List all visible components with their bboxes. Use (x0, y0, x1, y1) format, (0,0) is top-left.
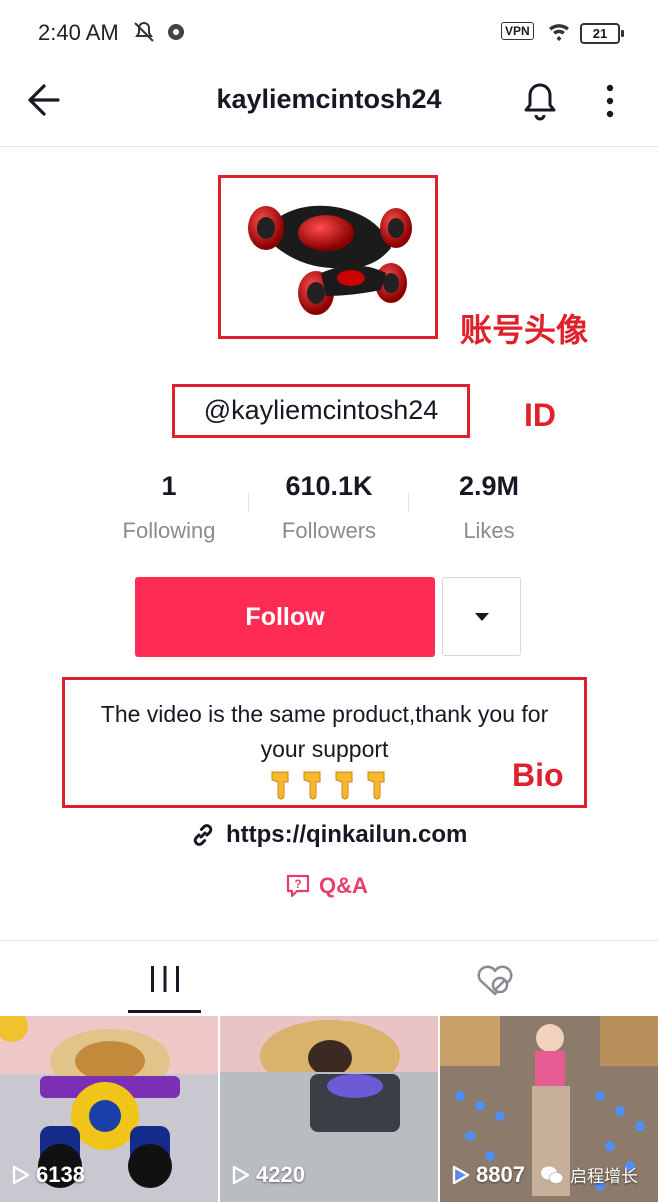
likes-count[interactable]: 2.9M (409, 471, 569, 502)
svg-text:?: ? (294, 877, 301, 891)
more-options-button[interactable] (598, 80, 622, 122)
grid-icon (151, 966, 179, 992)
play-icon (232, 1165, 250, 1185)
status-bar: 2:40 AM VPN 21 (0, 0, 658, 66)
suggested-accounts-dropdown[interactable] (442, 577, 521, 656)
view-count-value: 4220 (256, 1162, 305, 1187)
play-icon (452, 1165, 470, 1185)
watermark: 启程增长 (540, 1162, 638, 1187)
qa-label[interactable]: Q&A (319, 873, 368, 899)
followers-count[interactable]: 610.1K (249, 471, 409, 502)
avatar-annotation: 账号头像 (460, 312, 589, 348)
view-count-value: 8807 (476, 1162, 525, 1187)
view-count-value: 6138 (36, 1162, 85, 1187)
sync-icon (164, 20, 188, 50)
view-count: 8807 (452, 1162, 525, 1188)
active-tab-indicator (128, 1010, 201, 1013)
tabs-divider (0, 940, 658, 941)
question-bubble-icon: ? (286, 874, 310, 898)
status-time: 2:40 AM (38, 20, 119, 45)
avatar[interactable] (218, 175, 438, 339)
battery-indicator: 21 (580, 23, 624, 44)
tab-videos[interactable] (128, 955, 202, 1010)
following-label: Following (122, 518, 216, 543)
video-thumbnail[interactable]: 6138 (0, 1016, 218, 1202)
wifi-icon (547, 20, 571, 48)
wechat-icon (541, 1166, 564, 1184)
stunt-car-avatar-image (248, 205, 412, 315)
likes-label: Likes (463, 518, 515, 543)
more-vertical-icon (606, 84, 614, 118)
mute-icon (132, 20, 156, 50)
vpn-badge: VPN (501, 22, 534, 40)
watermark-text: 启程增长 (570, 1167, 638, 1186)
view-count: 4220 (232, 1162, 305, 1188)
following-count[interactable]: 1 (89, 471, 249, 502)
bio-text-line: The video is the same product,thank you … (100, 701, 549, 727)
username-handle: @kayliemcintosh24 (203, 395, 439, 425)
bell-icon (524, 83, 556, 121)
caret-down-icon (474, 612, 489, 621)
notification-bell-button[interactable] (520, 80, 560, 122)
follow-button[interactable]: Follow (135, 577, 435, 657)
id-annotation: ID (524, 397, 556, 433)
bio-text-line: your support (260, 736, 389, 762)
bio-annotation: Bio (512, 757, 564, 793)
view-count: 6138 (12, 1162, 85, 1188)
pointing-down-emoji-icon (271, 771, 385, 800)
bio-emojis: 👇👇👇👇 (266, 768, 392, 805)
header-divider (0, 146, 658, 147)
website-url[interactable]: https://qinkailun.com (226, 821, 467, 849)
followers-label: Followers (281, 518, 377, 543)
play-icon (12, 1165, 30, 1185)
link-icon (193, 824, 213, 846)
website-link[interactable]: https://qinkailun.com (190, 821, 467, 849)
video-thumbnail[interactable]: 4220 (220, 1016, 438, 1202)
qa-button[interactable]: ? Q&A (285, 873, 368, 899)
tab-liked-videos[interactable] (470, 955, 520, 1005)
hidden-heart-icon (477, 965, 513, 996)
